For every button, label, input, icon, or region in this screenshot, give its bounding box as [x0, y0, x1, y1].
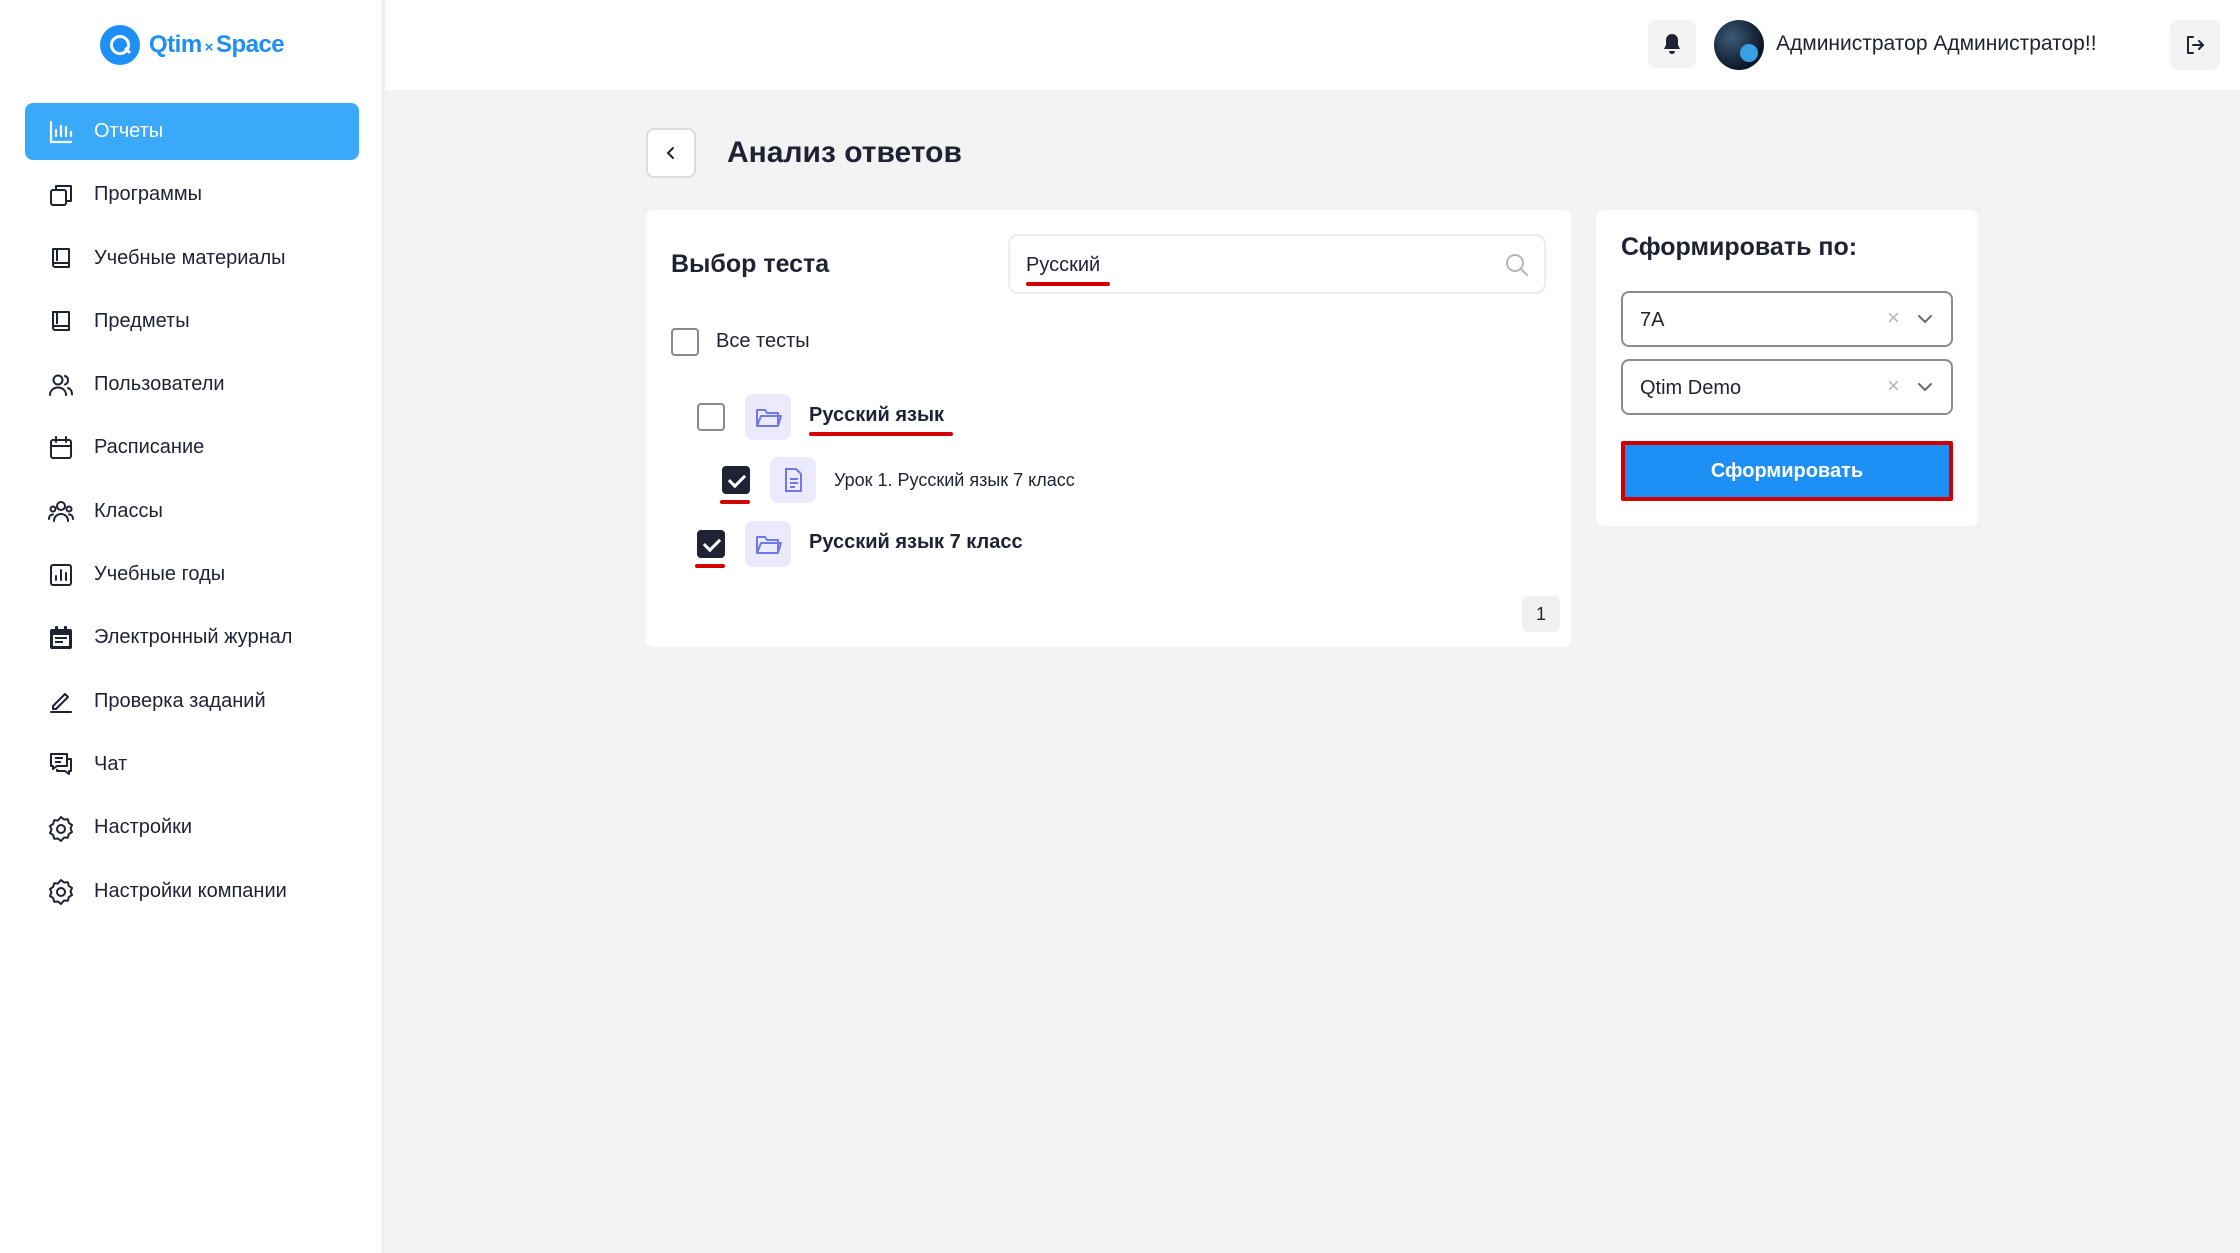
folder-checkbox[interactable]	[697, 530, 725, 558]
file-icon-box	[770, 457, 816, 503]
sidebar-item-label: Чат	[94, 752, 128, 775]
users-icon	[47, 371, 75, 399]
company-select[interactable]: Qtim Demo ×	[1621, 359, 1953, 415]
gear-icon	[47, 814, 75, 842]
bar-chart-icon	[47, 118, 75, 146]
file-checkbox[interactable]	[722, 466, 750, 494]
sidebar-item-classes[interactable]: Классы	[25, 483, 359, 540]
chat-icon	[47, 750, 75, 778]
annotation-underline	[695, 564, 725, 568]
annotation-underline	[1026, 282, 1110, 286]
sidebar-item-programs[interactable]: Программы	[25, 166, 359, 223]
generate-card: Сформировать по: 7А × Qtim Demo × Сформи…	[1596, 210, 1978, 526]
file-label[interactable]: Урок 1. Русский язык 7 класс	[834, 470, 1075, 491]
logo-text: Qtim × Space	[149, 31, 285, 58]
sidebar-item-label: Отчеты	[94, 120, 164, 142]
folder-icon-box	[745, 521, 791, 567]
sidebar-item-chat[interactable]: Чат	[25, 736, 359, 793]
chevron-down-icon[interactable]	[1915, 377, 1935, 397]
bell-icon	[1664, 34, 1680, 54]
sidebar-item-label: Электронный журнал	[94, 626, 293, 649]
annotation-underline	[720, 500, 750, 504]
sidebar-item-label: Программы	[94, 183, 203, 206]
user-name[interactable]: Администратор Администратор!!	[1776, 32, 2097, 56]
sidebar: Qtim × Space Отчеты Программы Учебные мате…	[0, 0, 384, 1253]
card-title: Выбор теста	[671, 250, 830, 278]
group-icon	[47, 497, 75, 525]
chevron-down-icon[interactable]	[1915, 309, 1935, 329]
book-icon	[47, 244, 75, 272]
sidebar-item-label: Учебные годы	[94, 563, 226, 586]
class-select[interactable]: 7А ×	[1621, 291, 1953, 347]
folder-label[interactable]: Русский язык 7 класс	[809, 531, 1023, 554]
all-tests-checkbox[interactable]	[671, 328, 699, 356]
sidebar-item-label: Проверка заданий	[94, 689, 266, 712]
folder-icon	[756, 409, 782, 427]
sidebar-item-users[interactable]: Пользователи	[25, 356, 359, 413]
sidebar-item-label: Классы	[94, 499, 163, 522]
sidebar-item-journal[interactable]: Электронный журнал	[25, 609, 359, 666]
journal-icon	[47, 624, 75, 652]
copy-icon	[47, 181, 75, 209]
folder-icon-box	[745, 394, 791, 440]
clear-icon[interactable]: ×	[1887, 305, 1900, 331]
avatar[interactable]	[1714, 20, 1764, 70]
pencil-icon	[47, 687, 75, 715]
logout-button[interactable]	[2170, 20, 2220, 70]
annotation-underline	[809, 432, 953, 436]
class-select-value: 7А	[1640, 309, 1665, 331]
company-select-value: Qtim Demo	[1640, 377, 1742, 399]
folder-checkbox[interactable]	[697, 403, 725, 431]
back-button[interactable]	[646, 128, 696, 178]
sidebar-nav: Отчеты Программы Учебные материалы Предм…	[25, 103, 359, 926]
search-input[interactable]	[1026, 250, 1486, 280]
chart-box-icon	[47, 561, 75, 589]
sidebar-item-label: Настройки	[94, 816, 193, 839]
sidebar-item-task-review[interactable]: Проверка заданий	[25, 673, 359, 730]
sidebar-item-label: Настройки компании	[94, 879, 287, 902]
logo-icon	[100, 25, 140, 65]
logout-icon	[2187, 36, 2204, 54]
sidebar-item-label: Пользователи	[94, 373, 225, 396]
all-tests-label: Все тесты	[716, 330, 810, 352]
sidebar-item-company-settings[interactable]: Настройки компании	[25, 863, 359, 920]
sidebar-item-settings[interactable]: Настройки	[25, 799, 359, 856]
pagination-page[interactable]: 1	[1522, 596, 1560, 632]
clear-icon[interactable]: ×	[1887, 373, 1900, 399]
sidebar-item-schedule[interactable]: Расписание	[25, 419, 359, 476]
folder-icon	[756, 536, 782, 554]
calendar-icon	[47, 434, 75, 462]
generate-title: Сформировать по:	[1621, 233, 1858, 261]
document-icon	[785, 468, 802, 492]
sidebar-item-subjects[interactable]: Предметы	[25, 293, 359, 350]
sidebar-item-school-years[interactable]: Учебные годы	[25, 546, 359, 603]
search-icon[interactable]	[1504, 252, 1530, 278]
book-icon	[47, 307, 75, 335]
generate-button[interactable]: Сформировать	[1621, 441, 1953, 501]
notifications-button[interactable]	[1648, 20, 1696, 68]
chevron-left-icon	[666, 147, 674, 159]
test-selection-card: Выбор теста Все тесты Русский язык Урок …	[646, 210, 1571, 647]
sidebar-item-label: Предметы	[94, 309, 190, 332]
sidebar-item-reports[interactable]: Отчеты	[25, 103, 359, 160]
sidebar-item-label: Учебные материалы	[94, 246, 286, 269]
sidebar-item-label: Расписание	[94, 436, 205, 459]
gear-icon	[47, 877, 75, 906]
page-title: Анализ ответов	[727, 136, 962, 169]
folder-label[interactable]: Русский язык	[809, 404, 944, 427]
logo[interactable]: Qtim × Space	[100, 24, 285, 66]
sidebar-item-materials[interactable]: Учебные материалы	[25, 230, 359, 287]
